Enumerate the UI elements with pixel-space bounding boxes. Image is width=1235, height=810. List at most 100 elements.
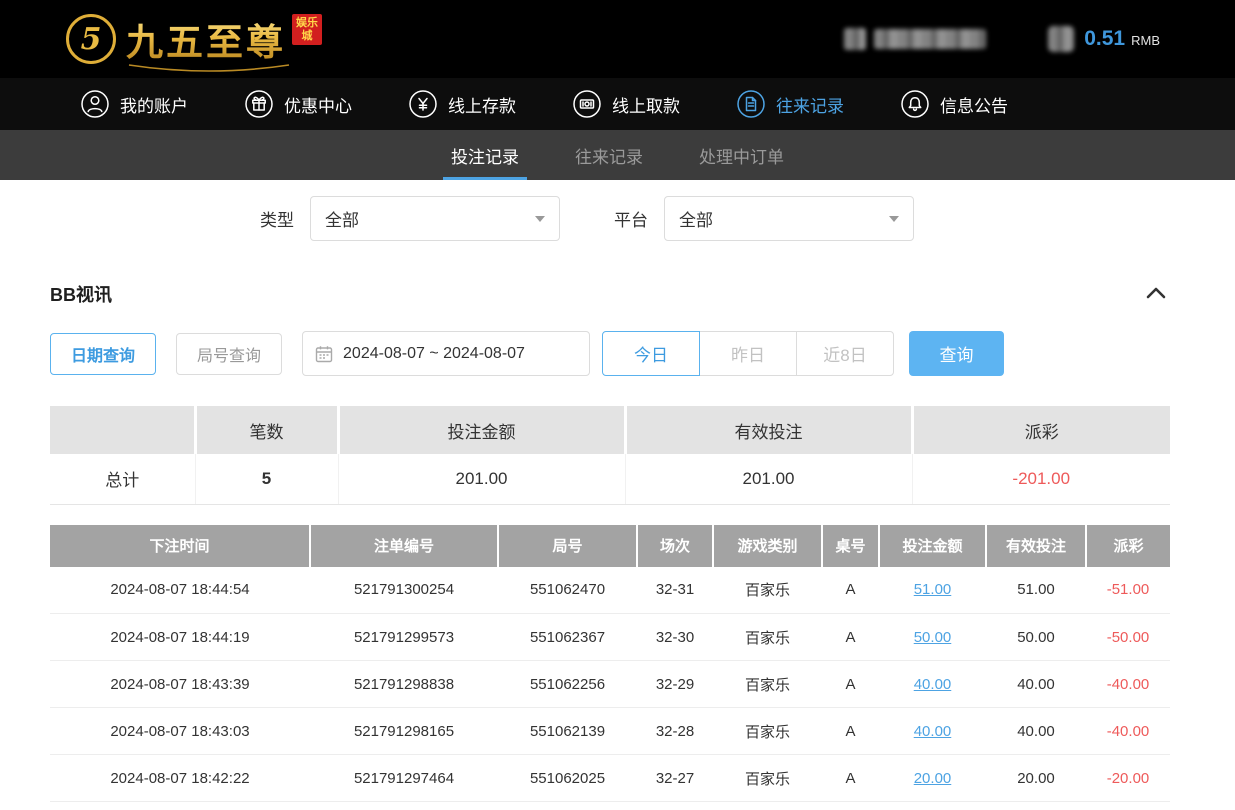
balance-amount: 0.51 bbox=[1084, 27, 1125, 51]
last8days-button[interactable]: 近8日 bbox=[796, 331, 894, 376]
nav-item-announcements[interactable]: 信息公告 bbox=[900, 89, 1008, 119]
round-query-button[interactable]: 局号查询 bbox=[176, 333, 282, 375]
session: 32-28 bbox=[637, 708, 713, 755]
column-header: 局号 bbox=[498, 525, 637, 567]
collapse-section-button[interactable] bbox=[1142, 283, 1170, 306]
content: 类型 全部 平台 全部 BB视讯 日期查询 局号查询 2024-08- bbox=[50, 196, 1170, 802]
user-avatar-blurred bbox=[844, 28, 866, 50]
summary-total-row: 总计 5 201.00 201.00 -201.00 bbox=[50, 454, 1170, 504]
session: 32-30 bbox=[637, 614, 713, 661]
column-header: 派彩 bbox=[1086, 525, 1170, 567]
bet-time: 2024-08-07 18:42:22 bbox=[50, 755, 310, 802]
column-header: 注单编号 bbox=[310, 525, 498, 567]
bet-amount-link[interactable]: 40.00 bbox=[914, 676, 952, 693]
valid-bet: 50.00 bbox=[986, 614, 1086, 661]
bet-amount-link[interactable]: 51.00 bbox=[914, 581, 952, 598]
summary-payout: -201.00 bbox=[912, 454, 1170, 504]
summary-header-empty bbox=[50, 406, 195, 454]
header-right: 0.51 RMB bbox=[844, 26, 1160, 52]
gift-icon bbox=[244, 89, 274, 119]
bet-time: 2024-08-07 18:43:03 bbox=[50, 708, 310, 755]
payout: -20.00 bbox=[1086, 755, 1170, 802]
nav-item-records[interactable]: 往来记录 bbox=[736, 89, 844, 119]
payout: -40.00 bbox=[1086, 708, 1170, 755]
table-no: A bbox=[822, 614, 879, 661]
yesterday-button[interactable]: 昨日 bbox=[699, 331, 797, 376]
valid-bet: 40.00 bbox=[986, 708, 1086, 755]
summary-header: 有效投注 bbox=[625, 406, 912, 454]
bet-amount-link[interactable]: 40.00 bbox=[914, 723, 952, 740]
nav-item-label: 线上存款 bbox=[448, 92, 516, 117]
game-type: 百家乐 bbox=[713, 755, 822, 802]
table-row: 2024-08-07 18:43:39 521791298838 5510622… bbox=[50, 661, 1170, 708]
username-blurred bbox=[874, 29, 986, 49]
nav-item-label: 信息公告 bbox=[940, 92, 1008, 117]
tab-betting-records[interactable]: 投注记录 bbox=[447, 130, 523, 180]
section-header: BB视讯 bbox=[50, 281, 1170, 307]
order-id: 521791300254 bbox=[310, 567, 498, 614]
table-row: 2024-08-07 18:42:22 521791297464 5510620… bbox=[50, 755, 1170, 802]
deposit-icon bbox=[408, 89, 438, 119]
balance: 0.51 RMB bbox=[1084, 27, 1160, 51]
table-header-row: 下注时间 注单编号 局号 场次 游戏类别 桌号 投注金额 有效投注 派彩 bbox=[50, 525, 1170, 567]
site-logo[interactable]: 5 九五至尊 娱乐 城 bbox=[66, 12, 322, 66]
today-button[interactable]: 今日 bbox=[602, 331, 700, 376]
summary-table: 笔数 投注金额 有效投注 派彩 总计 5 201.00 201.00 -201.… bbox=[50, 406, 1170, 505]
logo-emblem-icon: 5 bbox=[66, 14, 116, 64]
date-range-input[interactable]: 2024-08-07 ~ 2024-08-07 bbox=[302, 331, 590, 376]
column-header: 有效投注 bbox=[986, 525, 1086, 567]
platform-select[interactable]: 全部 bbox=[664, 196, 914, 241]
valid-bet: 51.00 bbox=[986, 567, 1086, 614]
nav-item-promotions[interactable]: 优惠中心 bbox=[244, 89, 352, 119]
table-no: A bbox=[822, 567, 879, 614]
date-preset-group: 今日 昨日 近8日 bbox=[602, 331, 894, 376]
user-icon bbox=[80, 89, 110, 119]
date-range-value: 2024-08-07 ~ 2024-08-07 bbox=[343, 345, 525, 363]
chevron-up-icon bbox=[1146, 287, 1166, 299]
search-button[interactable]: 查询 bbox=[909, 331, 1004, 376]
page: 5 九五至尊 娱乐 城 0.51 RMB 我的账户 bbox=[0, 0, 1235, 810]
top-header: 5 九五至尊 娱乐 城 0.51 RMB bbox=[0, 0, 1235, 78]
nav-item-deposit[interactable]: 线上存款 bbox=[408, 89, 516, 119]
filter-row: 类型 全部 平台 全部 bbox=[260, 196, 1170, 241]
type-select[interactable]: 全部 bbox=[310, 196, 560, 241]
logo-badge-line1: 娱乐 bbox=[296, 17, 318, 30]
table-row: 2024-08-07 18:43:03 521791298165 5510621… bbox=[50, 708, 1170, 755]
date-query-button[interactable]: 日期查询 bbox=[50, 333, 156, 375]
logo-badge: 娱乐 城 bbox=[292, 14, 322, 45]
nav-item-label: 我的账户 bbox=[120, 92, 188, 117]
section-title: BB视讯 bbox=[50, 281, 112, 307]
summary-header: 派彩 bbox=[912, 406, 1170, 454]
nav-item-label: 线上取款 bbox=[612, 92, 680, 117]
summary-total-label: 总计 bbox=[50, 454, 195, 504]
round-id: 551062470 bbox=[498, 567, 637, 614]
column-header: 投注金额 bbox=[879, 525, 986, 567]
round-id: 551062367 bbox=[498, 614, 637, 661]
bet-amount-link[interactable]: 50.00 bbox=[914, 629, 952, 646]
table-no: A bbox=[822, 755, 879, 802]
tab-transaction-records[interactable]: 往来记录 bbox=[571, 130, 647, 180]
session: 32-27 bbox=[637, 755, 713, 802]
bet-amount-link[interactable]: 20.00 bbox=[914, 770, 952, 787]
table-row: 2024-08-07 18:44:54 521791300254 5510624… bbox=[50, 567, 1170, 614]
round-id: 551062025 bbox=[498, 755, 637, 802]
order-id: 521791297464 bbox=[310, 755, 498, 802]
table-no: A bbox=[822, 708, 879, 755]
game-type: 百家乐 bbox=[713, 614, 822, 661]
summary-valid-bet: 201.00 bbox=[625, 454, 912, 504]
records-icon bbox=[736, 89, 766, 119]
valid-bet: 40.00 bbox=[986, 661, 1086, 708]
column-header: 游戏类别 bbox=[713, 525, 822, 567]
chevron-down-icon bbox=[535, 216, 545, 222]
payout: -50.00 bbox=[1086, 614, 1170, 661]
summary-header: 笔数 bbox=[195, 406, 338, 454]
nav-item-label: 往来记录 bbox=[776, 92, 844, 117]
payout: -40.00 bbox=[1086, 661, 1170, 708]
balance-currency: RMB bbox=[1131, 33, 1160, 48]
type-select-value: 全部 bbox=[325, 206, 359, 231]
logo-badge-line2: 城 bbox=[296, 30, 318, 43]
nav-item-withdraw[interactable]: 线上取款 bbox=[572, 89, 680, 119]
bell-icon bbox=[900, 89, 930, 119]
nav-item-my-account[interactable]: 我的账户 bbox=[80, 89, 188, 119]
tab-processing-orders[interactable]: 处理中订单 bbox=[695, 130, 788, 180]
